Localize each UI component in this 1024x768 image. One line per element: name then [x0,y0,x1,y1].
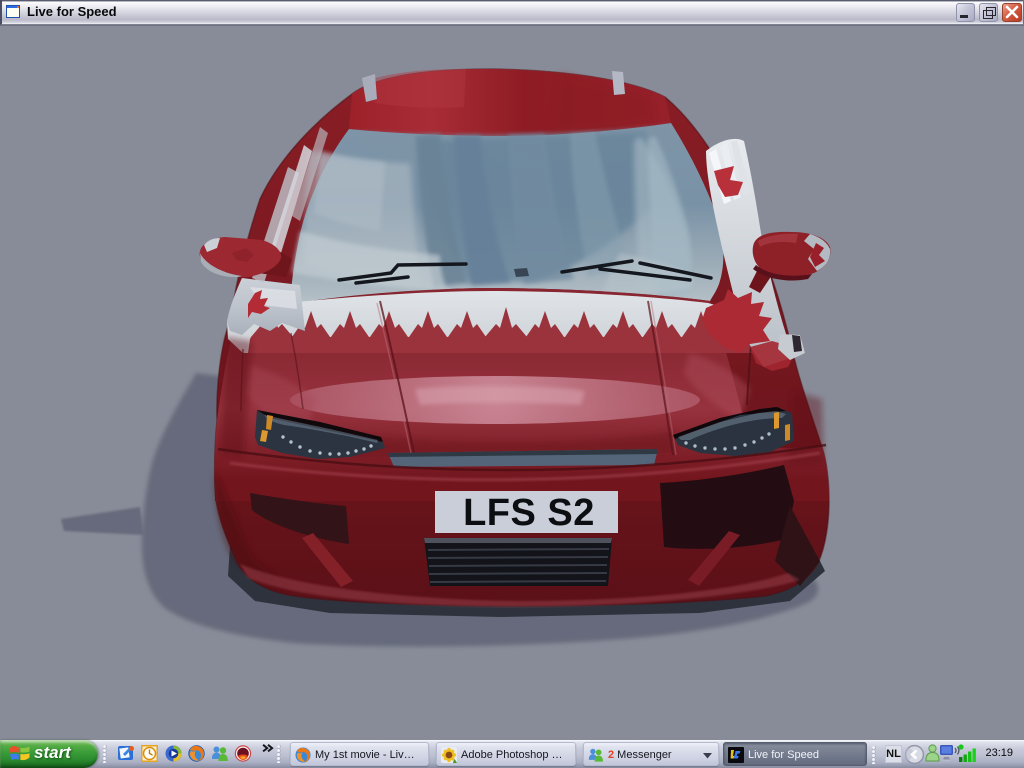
svg-text:LFS S2: LFS S2 [463,492,595,534]
